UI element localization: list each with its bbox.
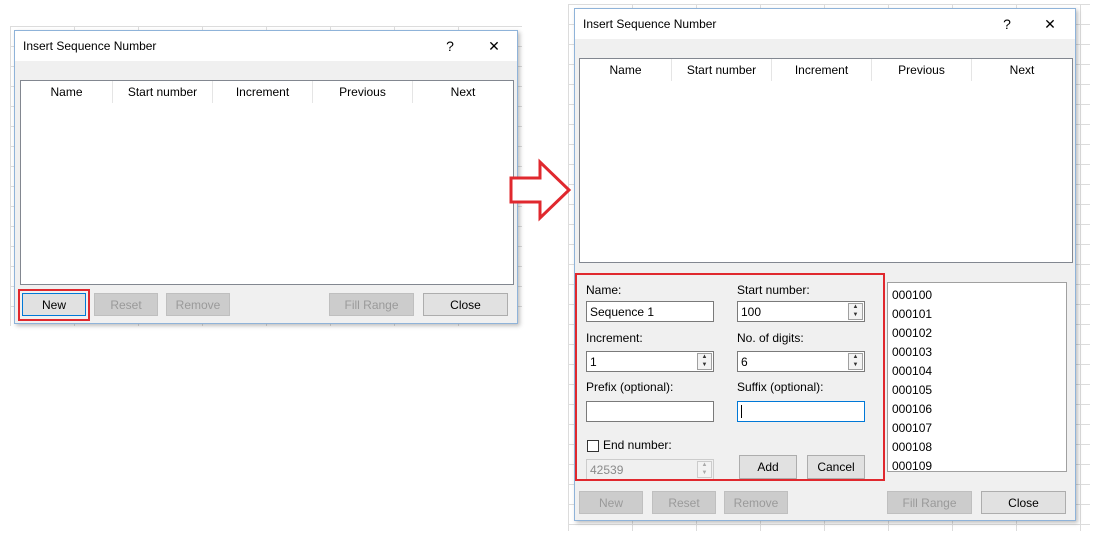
column-start-number[interactable]: Start number xyxy=(113,81,213,103)
fill-range-button[interactable]: Fill Range xyxy=(329,293,414,316)
dialog-title: Insert Sequence Number xyxy=(23,39,157,53)
end-number-checkbox[interactable] xyxy=(587,440,599,452)
sequence-list[interactable]: Name Start number Increment Previous Nex… xyxy=(579,58,1073,263)
close-button[interactable]: Close xyxy=(981,491,1066,514)
prefix-label: Prefix (optional): xyxy=(586,380,674,394)
column-increment[interactable]: Increment xyxy=(213,81,313,103)
sequence-form: Name: Start number: ▲▼ Increment: ▲▼ No.… xyxy=(575,271,887,483)
title-bar: Insert Sequence Number ? ✕ xyxy=(575,9,1075,39)
new-button[interactable]: New xyxy=(22,293,86,316)
prefix-field[interactable] xyxy=(586,401,714,422)
preview-item: 000100 xyxy=(892,288,933,302)
close-icon[interactable]: ✕ xyxy=(481,35,507,57)
preview-item: 000102 xyxy=(892,326,933,340)
column-next[interactable]: Next xyxy=(413,81,513,103)
cancel-button[interactable]: Cancel xyxy=(807,455,865,479)
insert-sequence-dialog-expanded: Insert Sequence Number ? ✕ Name Start nu… xyxy=(574,8,1076,521)
name-field[interactable] xyxy=(586,301,714,322)
preview-item: 000107 xyxy=(892,421,933,435)
title-bar: Insert Sequence Number ? ✕ xyxy=(15,31,517,61)
reset-button[interactable]: Reset xyxy=(94,293,158,316)
start-number-spin-icon[interactable]: ▲ ▼ xyxy=(848,303,863,320)
preview-item: 000105 xyxy=(892,383,933,397)
list-header: Name Start number Increment Previous Nex… xyxy=(580,59,1072,81)
column-previous[interactable]: Previous xyxy=(313,81,413,103)
reset-button[interactable]: Reset xyxy=(652,491,716,514)
increment-label: Increment: xyxy=(586,331,643,345)
column-next[interactable]: Next xyxy=(972,59,1072,81)
digits-label: No. of digits: xyxy=(737,331,804,345)
end-number-label: End number: xyxy=(603,438,672,452)
suffix-label: Suffix (optional): xyxy=(737,380,824,394)
new-button[interactable]: New xyxy=(579,491,643,514)
end-number-spin-icon[interactable]: ▲ ▼ xyxy=(697,461,712,478)
end-number-field[interactable] xyxy=(586,459,714,480)
text-cursor xyxy=(741,405,742,418)
list-header: Name Start number Increment Previous Nex… xyxy=(21,81,513,103)
column-name[interactable]: Name xyxy=(21,81,113,103)
column-increment[interactable]: Increment xyxy=(772,59,872,81)
add-button[interactable]: Add xyxy=(739,455,797,479)
insert-sequence-dialog-initial: Insert Sequence Number ? ✕ Name Start nu… xyxy=(14,30,518,324)
digits-spin-icon[interactable]: ▲ ▼ xyxy=(848,353,863,370)
name-label: Name: xyxy=(586,283,622,297)
preview-item: 000101 xyxy=(892,307,933,321)
right-arrow-icon xyxy=(509,158,572,222)
close-button[interactable]: Close xyxy=(423,293,508,316)
increment-spin-icon[interactable]: ▲ ▼ xyxy=(697,353,712,370)
preview-list[interactable]: 000100 000101 000102 000103 000104 00010… xyxy=(887,282,1067,473)
digits-field[interactable] xyxy=(737,351,865,372)
dialog-title: Insert Sequence Number xyxy=(583,17,717,31)
preview-item: 000109 xyxy=(892,459,933,473)
sequence-list[interactable]: Name Start number Increment Previous Nex… xyxy=(20,80,514,285)
remove-button[interactable]: Remove xyxy=(166,293,230,316)
suffix-field[interactable] xyxy=(737,401,865,422)
preview-item: 000108 xyxy=(892,440,933,454)
fill-range-button[interactable]: Fill Range xyxy=(887,491,972,514)
remove-button[interactable]: Remove xyxy=(724,491,788,514)
preview-item: 000104 xyxy=(892,364,933,378)
column-previous[interactable]: Previous xyxy=(872,59,972,81)
column-start-number[interactable]: Start number xyxy=(672,59,772,81)
preview-item: 000103 xyxy=(892,345,933,359)
start-number-field[interactable] xyxy=(737,301,865,322)
help-button[interactable]: ? xyxy=(437,35,463,57)
help-button[interactable]: ? xyxy=(994,13,1020,35)
close-icon[interactable]: ✕ xyxy=(1037,13,1063,35)
column-name[interactable]: Name xyxy=(580,59,672,81)
preview-item: 000106 xyxy=(892,402,933,416)
increment-field[interactable] xyxy=(586,351,714,372)
start-number-label: Start number: xyxy=(737,283,810,297)
